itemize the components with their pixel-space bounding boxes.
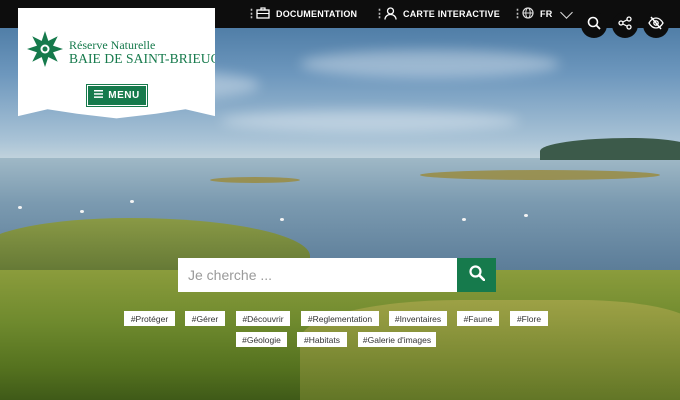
marsh-strip — [420, 170, 660, 180]
chevron-down-icon — [560, 5, 574, 19]
tag-geologie[interactable]: #Géologie — [236, 332, 287, 347]
carte-interactive-link[interactable]: ⋮ CARTE INTERACTIVE — [374, 0, 500, 28]
logo-panel: Réserve Naturelle BAIE DE SAINT-BRIEUC M… — [18, 8, 215, 119]
tag-gerer[interactable]: #Gérer — [185, 311, 225, 326]
search-input[interactable] — [178, 258, 457, 292]
cloud — [300, 50, 560, 78]
globe-icon — [522, 7, 534, 21]
documentation-label: DOCUMENTATION — [276, 9, 358, 19]
tag-proteger[interactable]: #Protéger — [124, 311, 175, 326]
search-button-top[interactable] — [581, 12, 607, 38]
bird — [280, 218, 284, 221]
language-selector[interactable]: ⋮ FR — [512, 0, 574, 28]
tag-reglementation[interactable]: #Reglementation — [301, 311, 379, 326]
tag-galerie-images[interactable]: #Galerie d'images — [358, 332, 436, 347]
marsh-strip — [210, 177, 300, 183]
separator-dots: ⋮ — [246, 8, 258, 20]
hamburger-icon — [94, 90, 104, 101]
bird — [80, 210, 84, 213]
menu-button[interactable]: MENU — [86, 84, 148, 107]
search-icon — [587, 16, 601, 35]
tag-decouvrir[interactable]: #Découvrir — [236, 311, 290, 326]
bird — [524, 214, 528, 217]
bird — [18, 206, 22, 209]
tag-flore[interactable]: #Flore — [510, 311, 548, 326]
logo-emblem[interactable] — [26, 30, 64, 68]
bird — [130, 200, 134, 203]
cloud — [220, 110, 520, 132]
tag-faune[interactable]: #Faune — [457, 311, 499, 326]
briefcase-icon — [256, 7, 270, 21]
tag-inventaires[interactable]: #Inventaires — [389, 311, 447, 326]
tag-habitats[interactable]: #Habitats — [297, 332, 347, 347]
menu-label: MENU — [108, 90, 140, 101]
separator-dots: ⋮ — [374, 8, 386, 20]
carte-interactive-label: CARTE INTERACTIVE — [403, 9, 500, 19]
search-submit-button[interactable] — [457, 258, 496, 292]
eye-slash-icon — [648, 16, 664, 35]
accessibility-button[interactable] — [643, 12, 669, 38]
logo-title: BAIE DE SAINT-BRIEUC — [69, 51, 220, 66]
person-icon — [384, 6, 397, 22]
bird — [462, 218, 466, 221]
share-icon — [618, 15, 632, 35]
separator-dots: ⋮ — [512, 8, 524, 20]
share-button[interactable] — [612, 12, 638, 38]
documentation-link[interactable]: ⋮ DOCUMENTATION — [246, 0, 357, 28]
language-label: FR — [540, 9, 553, 19]
search-icon — [468, 264, 485, 286]
